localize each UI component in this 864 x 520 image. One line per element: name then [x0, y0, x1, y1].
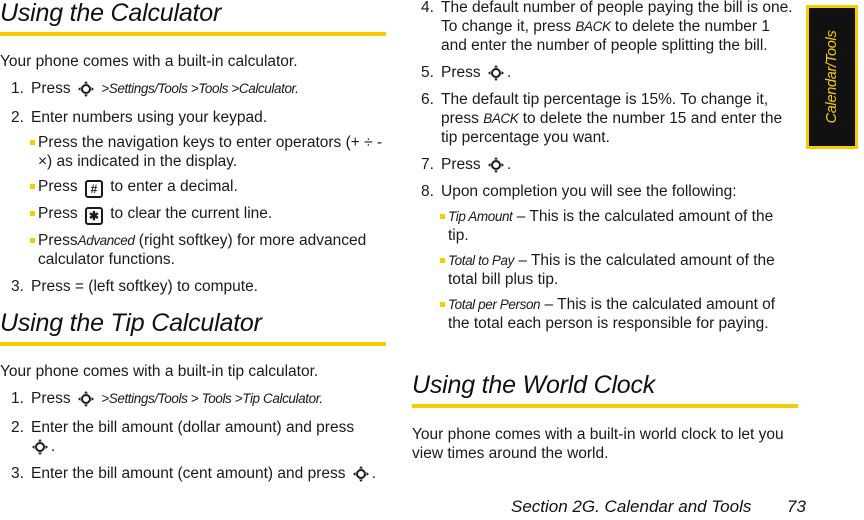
step-8: 8. Upon completion you will see the foll…	[410, 182, 798, 333]
step-number: 2.	[11, 109, 24, 126]
step-2: 2. Enter the bill amount (dollar amount)…	[11, 419, 355, 456]
calculator-title: Using the Calculator	[0, 0, 222, 27]
step-text: Press	[31, 390, 71, 407]
step-text: Upon completion you will see the followi…	[441, 183, 737, 200]
step-text: Press	[31, 80, 71, 97]
navigation-key-icon	[487, 64, 505, 82]
bullet-text: Press	[38, 178, 78, 195]
step-3: 3. Press = (left softkey) to compute.	[0, 277, 386, 296]
page-footer: Section 2G. Calendar and Tools 73	[511, 497, 806, 517]
result-label: Tip Amount	[448, 209, 513, 224]
step-number: 1.	[11, 80, 24, 97]
step-2: 2. Enter numbers using your keypad. Pres…	[0, 108, 386, 269]
back-key-label: BACK	[575, 19, 611, 34]
bullet-icon	[440, 214, 445, 219]
section-rule	[0, 32, 386, 36]
result-label: Total per Person	[448, 297, 541, 312]
step-6: 6. The default tip percentage is 15%. To…	[410, 90, 798, 147]
softkey-label: Advanced	[77, 233, 135, 248]
step-number: 3.	[11, 465, 24, 482]
pound-key-icon: #	[84, 180, 103, 198]
bullet-item: PressAdvanced (right softkey) for more a…	[30, 231, 386, 269]
step-text: Enter the bill amount (dollar amount) an…	[31, 419, 355, 436]
step-number: 5.	[421, 64, 434, 81]
bullet-icon	[440, 258, 445, 263]
step-1: 1. Press >Settings/Tools > Tools >Tip Ca…	[0, 389, 386, 408]
result-label: Total to Pay	[448, 253, 514, 268]
step-number: 3.	[11, 278, 24, 295]
calculator-intro: Your phone comes with a built-in calcula…	[0, 53, 298, 70]
section-rule	[412, 404, 798, 408]
side-tab-label: Calendar/Tools	[824, 30, 840, 124]
result-item: Total per Person – This is the calculate…	[440, 295, 798, 333]
step-number: 2.	[11, 419, 24, 436]
section-rule	[0, 342, 386, 346]
step-text: Enter numbers using your keypad.	[31, 109, 268, 126]
navigation-key-icon	[77, 390, 95, 408]
step-number: 1.	[11, 390, 24, 407]
menu-path: >Settings/Tools >Tools >Calculator.	[101, 81, 299, 96]
section-side-tab: Calendar/Tools	[806, 5, 858, 149]
tip-calculator-title: Using the Tip Calculator	[0, 309, 262, 337]
result-item: Tip Amount – This is the calculated amou…	[440, 207, 798, 245]
bullet-text: to clear the current line.	[110, 205, 273, 222]
tip-steps-right: 4. The default number of people paying t…	[410, 0, 798, 333]
calculator-steps: 1. Press >Settings/Tools >Tools >Calcula…	[0, 79, 386, 296]
bullet-item: Press the navigation keys to enter opera…	[30, 133, 386, 171]
navigation-key-icon	[31, 438, 49, 456]
navigation-key-icon	[352, 465, 370, 483]
step-7: 7. Press .	[421, 156, 512, 174]
tip-steps-left: 1. Press >Settings/Tools > Tools >Tip Ca…	[0, 389, 386, 483]
step-number: 7.	[421, 156, 434, 173]
footer-section-title: Section 2G. Calendar and Tools	[511, 497, 752, 516]
step-text: Press = (left softkey) to compute.	[31, 278, 258, 295]
bullet-text: to enter a decimal.	[110, 178, 238, 195]
step-4: 4. The default number of people paying t…	[410, 0, 798, 55]
bullet-item: Press ✱ to clear the current line.	[30, 204, 386, 225]
world-clock-intro: Your phone comes with a built-in world c…	[412, 426, 784, 462]
step-1: 1. Press >Settings/Tools >Tools >Calcula…	[0, 79, 386, 98]
step-number: 4.	[421, 0, 434, 16]
step-5: 5. Press .	[421, 64, 512, 82]
star-key-icon: ✱	[84, 207, 103, 225]
step-text: Enter the bill amount (cent amount) and …	[31, 465, 346, 482]
bullet-item: Press # to enter a decimal.	[30, 177, 386, 198]
bullet-icon	[30, 238, 35, 243]
navigation-key-icon	[487, 156, 505, 174]
step-3: 3. Enter the bill amount (cent amount) a…	[11, 465, 377, 483]
page-number: 73	[787, 497, 806, 516]
tip-intro: Your phone comes with a built-in tip cal…	[0, 363, 319, 380]
result-item: Total to Pay – This is the calculated am…	[440, 251, 798, 289]
back-key-label: BACK	[483, 111, 519, 126]
bullet-icon	[440, 302, 445, 307]
bullet-icon	[30, 184, 35, 189]
step-text: Press	[441, 64, 481, 81]
step-number: 6.	[421, 91, 434, 108]
step-text: Press	[441, 156, 481, 173]
bullet-icon	[30, 211, 35, 216]
step-number: 8.	[421, 183, 434, 200]
bullet-text: Press the navigation keys to enter opera…	[38, 134, 383, 170]
menu-path: >Settings/Tools > Tools >Tip Calculator.	[101, 391, 323, 406]
bullet-icon	[30, 140, 35, 145]
bullet-text: Press	[38, 232, 78, 249]
world-clock-title: Using the World Clock	[412, 371, 656, 399]
bullet-text: Press	[38, 205, 78, 222]
navigation-key-icon	[77, 80, 95, 98]
